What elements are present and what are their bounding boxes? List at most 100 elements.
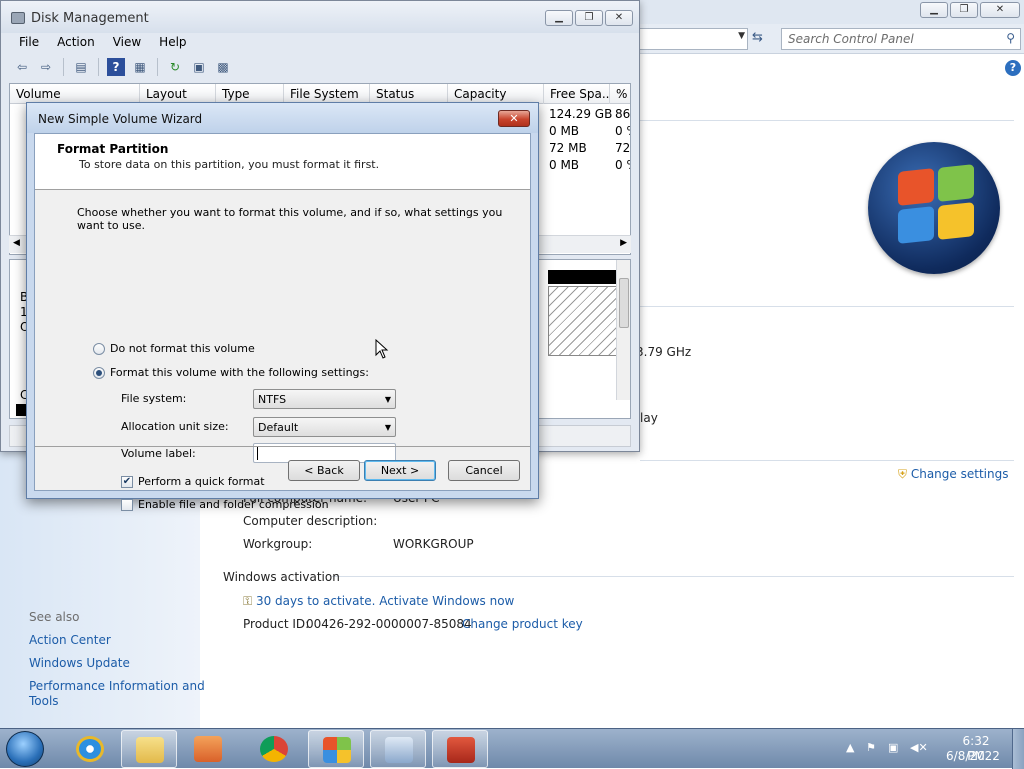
cancel-button[interactable]: Cancel — [448, 460, 520, 481]
taskbar-windows[interactable] — [308, 730, 364, 768]
restore-button[interactable]: ❐ — [950, 2, 978, 18]
control-panel-window-controls: ▁ ❐ ✕ — [920, 2, 1020, 18]
minimize-button[interactable]: ▁ — [545, 10, 573, 26]
volume-list-header: Volume Layout Type File System Status Ca… — [10, 84, 630, 104]
taskbar-chrome[interactable] — [246, 730, 302, 768]
option-do-not-format-label: Do not format this volume — [110, 342, 255, 355]
next-button[interactable]: Next > — [364, 460, 436, 481]
help-icon[interactable]: ? — [1005, 60, 1021, 76]
product-id-label: Product ID: — [243, 617, 310, 631]
forward-arrow-icon[interactable]: ⇨ — [37, 58, 55, 76]
maximize-button[interactable]: ❐ — [575, 10, 603, 26]
menu-view[interactable]: View — [113, 33, 141, 53]
internet-explorer-icon — [76, 736, 104, 762]
column-free-space[interactable]: Free Spa... — [544, 84, 610, 104]
column-capacity[interactable]: Capacity — [448, 84, 544, 104]
refresh-icon[interactable]: ⇆ — [752, 30, 763, 45]
menu-file[interactable]: File — [19, 33, 39, 53]
minimize-button[interactable]: ▁ — [920, 2, 948, 18]
toolbar-separator — [98, 58, 99, 76]
column-status[interactable]: Status — [370, 84, 448, 104]
divider — [332, 576, 1014, 577]
see-also-performance-information[interactable]: Performance Information and — [29, 679, 205, 693]
column-type[interactable]: Type — [216, 84, 284, 104]
new-simple-volume-wizard: New Simple Volume Wizard ✕ Format Partit… — [26, 102, 539, 511]
wizard-button-separator — [35, 446, 530, 447]
taskbar-file-explorer[interactable] — [121, 730, 177, 768]
menu-action[interactable]: Action — [57, 33, 95, 53]
taskbar-media-player[interactable] — [180, 730, 236, 768]
see-also-performance-tools[interactable]: Tools — [29, 694, 59, 708]
show-hidden-icons-icon[interactable]: ▲ — [846, 741, 854, 754]
clock-date[interactable]: 6/8/2022 — [946, 749, 1000, 764]
column-volume[interactable]: Volume — [10, 84, 140, 104]
network-icon[interactable]: ▣ — [888, 741, 898, 754]
vertical-scrollbar[interactable] — [616, 260, 630, 400]
action-center-flag-icon[interactable]: ⚑ — [866, 741, 876, 754]
see-also-heading: See also — [29, 610, 80, 624]
properties-icon[interactable]: ▣ — [190, 58, 208, 76]
column-percent-free[interactable]: % F — [610, 84, 630, 104]
close-button[interactable]: ✕ — [498, 110, 530, 127]
windows-flag-icon — [323, 737, 351, 763]
taskbar-internet-explorer[interactable] — [62, 730, 118, 768]
menu-help[interactable]: Help — [159, 33, 186, 53]
folder-icon — [136, 737, 164, 763]
option-format-volume[interactable]: Format this volume with the following se… — [93, 366, 369, 379]
search-input[interactable]: Search Control Panel ⚲ — [781, 28, 1021, 50]
toolbox-icon — [447, 737, 475, 763]
row-4-percent-free: 0 % — [615, 158, 630, 172]
change-product-key-link[interactable]: Change product key — [462, 617, 583, 631]
wizard-step-title: Format Partition — [57, 142, 169, 156]
quick-format-option[interactable]: ✔ Perform a quick format — [121, 475, 265, 488]
quick-format-checkbox[interactable]: ✔ — [121, 475, 133, 488]
taskbar-control-panel[interactable] — [370, 730, 426, 768]
column-file-system[interactable]: File System — [284, 84, 370, 104]
workgroup-label: Workgroup: — [243, 537, 313, 551]
taskbar-computer-management[interactable] — [432, 730, 488, 768]
compression-option[interactable]: Enable file and folder compression — [121, 498, 329, 511]
column-layout[interactable]: Layout — [140, 84, 216, 104]
product-id-value: 00426-292-0000007-85084 — [306, 617, 472, 631]
refresh-icon[interactable]: ↻ — [166, 58, 184, 76]
help-icon[interactable]: ? — [107, 58, 125, 76]
back-button[interactable]: < Back — [288, 460, 360, 481]
activate-windows-link[interactable]: ⚿ 30 days to activate. Activate Windows … — [243, 594, 514, 609]
close-button[interactable]: ✕ — [980, 2, 1020, 18]
close-button[interactable]: ✕ — [605, 10, 633, 26]
option-format-volume-label: Format this volume with the following se… — [110, 366, 369, 379]
option-do-not-format[interactable]: Do not format this volume — [93, 342, 255, 355]
address-field[interactable]: ▼ — [638, 28, 748, 50]
file-system-select[interactable]: NTFS ▼ — [253, 389, 396, 409]
volume-muted-icon[interactable]: ◀✕ — [910, 741, 928, 754]
scroll-right-icon[interactable]: ▶ — [620, 238, 627, 248]
radio-do-not-format[interactable] — [93, 342, 105, 355]
see-also-windows-update[interactable]: Windows Update — [29, 656, 130, 670]
wizard-title: New Simple Volume Wizard — [38, 112, 203, 126]
view-icon[interactable]: ▦ — [131, 58, 149, 76]
scroll-left-icon[interactable]: ◀ — [13, 238, 20, 248]
search-icon[interactable]: ⚲ — [1006, 31, 1015, 45]
wizard-body: Format Partition To store data on this p… — [34, 133, 531, 511]
radio-format-volume[interactable] — [93, 366, 105, 379]
disk-management-titlebar: Disk Management ▁ ❐ ✕ — [1, 1, 639, 33]
show-desktop-button[interactable] — [1012, 729, 1024, 769]
start-button[interactable] — [6, 731, 44, 767]
allocation-unit-size-select[interactable]: Default ▼ — [253, 417, 396, 437]
change-settings-link[interactable]: ⛨ Change settings — [898, 467, 1008, 482]
divider — [640, 306, 1014, 307]
disk-properties-icon[interactable]: ▩ — [214, 58, 232, 76]
console-tree-icon[interactable]: ▤ — [72, 58, 90, 76]
row-1-free-space: 124.29 GB — [549, 107, 613, 121]
unallocated-partition[interactable] — [548, 286, 620, 356]
chevron-down-icon[interactable]: ▼ — [738, 31, 745, 41]
see-also-action-center[interactable]: Action Center — [29, 633, 111, 647]
window-title: Disk Management — [31, 11, 149, 26]
back-arrow-icon[interactable]: ⇦ — [13, 58, 31, 76]
scrollbar-thumb[interactable] — [619, 278, 629, 328]
processor-speed: 3.79 GHz — [636, 345, 692, 359]
chrome-icon — [260, 736, 288, 762]
compression-checkbox[interactable] — [121, 498, 133, 511]
display-text-fragment: lay — [640, 411, 658, 425]
compression-label: Enable file and folder compression — [138, 498, 329, 511]
